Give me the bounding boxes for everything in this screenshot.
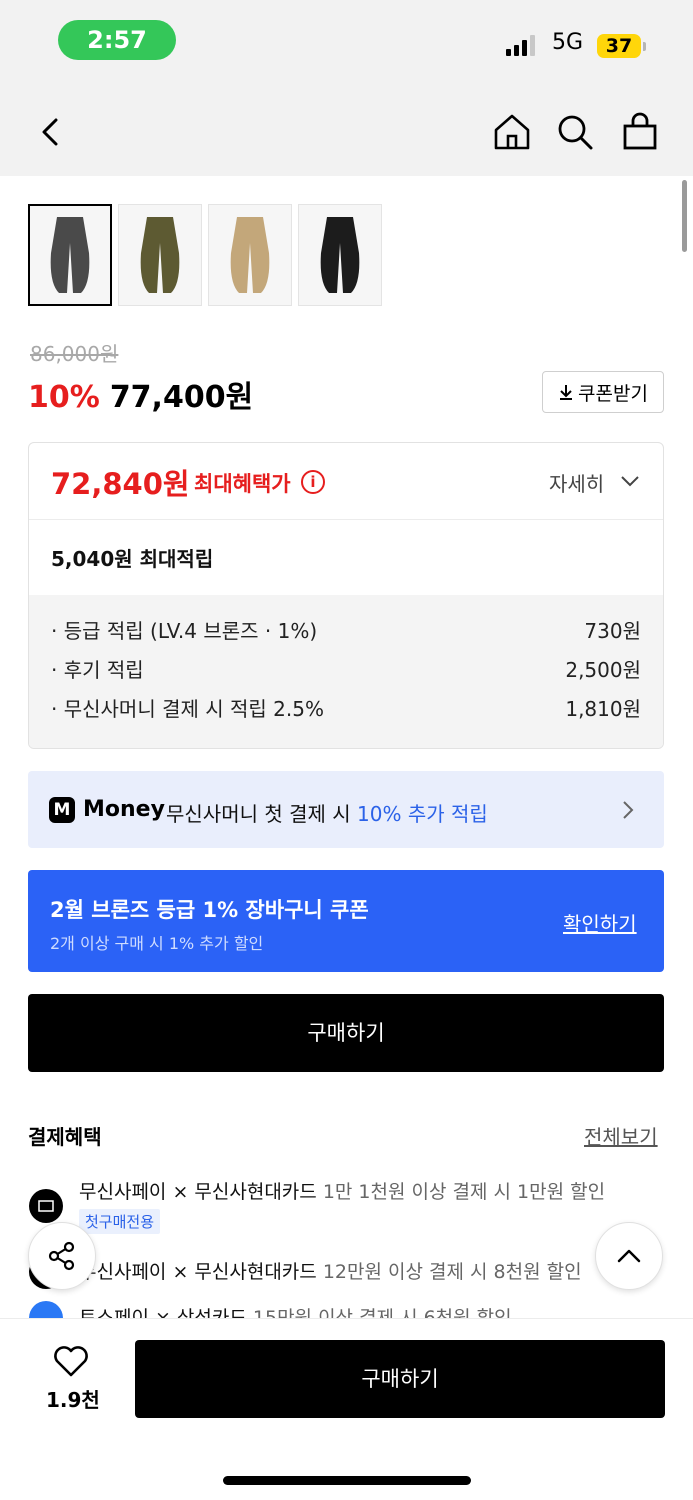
download-icon <box>560 385 573 400</box>
color-option-charcoal[interactable] <box>28 204 112 306</box>
scroll-top-button[interactable] <box>595 1222 663 1290</box>
payment-card-name: 무신사페이 × 무신사현대카드 <box>79 1261 317 1283</box>
detail-toggle[interactable]: 자세히 <box>549 468 604 497</box>
payment-benefit-desc: 12만원 이상 결제 시 8천원 할인 <box>322 1261 582 1283</box>
home-indicator <box>223 1476 471 1485</box>
chevron-right-icon <box>623 801 634 819</box>
chevron-left-icon[interactable] <box>28 110 72 154</box>
points-label: · 후기 적립 <box>51 658 144 682</box>
bottom-buy-button[interactable]: 구매하기 <box>135 1340 665 1418</box>
status-time: 2:57 <box>58 20 176 60</box>
like-count: 1.9천 <box>46 1388 100 1412</box>
pants-image <box>50 217 90 293</box>
color-options <box>28 204 382 306</box>
view-all-link[interactable]: 전체보기 <box>584 1121 658 1150</box>
share-button[interactable] <box>28 1222 96 1290</box>
points-value: 2,500원 <box>565 658 641 682</box>
info-icon[interactable]: i <box>301 470 325 494</box>
pants-image <box>140 217 180 293</box>
money-brand: Money <box>83 797 165 822</box>
money-promo-body: 무신사머니 첫 결제 시 <box>166 802 351 826</box>
color-option-olive[interactable] <box>118 204 202 306</box>
payment-benefits-title: 결제혜택 <box>28 1125 102 1149</box>
original-price: 86,000원 <box>30 342 119 366</box>
pants-image <box>230 217 270 293</box>
coupon-confirm-link[interactable]: 확인하기 <box>563 908 637 937</box>
max-points: 5,040원 최대적립 <box>51 547 214 571</box>
status-bar: 2:57 5G 37 <box>0 0 693 88</box>
coupon-banner-subtitle: 2개 이상 구매 시 1% 추가 할인 <box>50 934 264 953</box>
color-option-black[interactable] <box>298 204 382 306</box>
heart-icon <box>54 1346 88 1377</box>
home-icon[interactable] <box>490 110 534 154</box>
coupon-button-label: 쿠폰받기 <box>578 382 648 405</box>
scrollbar[interactable] <box>682 180 687 252</box>
card-icon <box>29 1189 63 1223</box>
top-nav-bar <box>0 88 693 176</box>
points-label: · 등급 적립 (LV.4 브론즈 · 1%) <box>51 619 318 643</box>
network-label: 5G <box>552 30 584 55</box>
benefit-summary: 72,840원 최대혜택가 i 자세히 5,040원 최대적립 · 등급 적립 … <box>28 442 664 749</box>
payment-card-name: 무신사페이 × 무신사현대카드 <box>79 1181 317 1203</box>
sale-price-row: 10% 77,400원 <box>28 372 253 416</box>
coupon-banner-title: 2월 브론즈 등급 1% 장바구니 쿠폰 <box>50 898 369 922</box>
payment-benefit-item: 무신사페이 × 무신사현대카드 12만원 이상 결제 시 8천원 할인 <box>79 1257 582 1284</box>
max-benefit-price: 72,840원 <box>51 467 190 501</box>
points-value: 1,810원 <box>565 697 641 721</box>
buy-button[interactable]: 구매하기 <box>28 994 664 1072</box>
chevron-down-icon[interactable] <box>619 473 641 489</box>
signal-icon <box>506 34 536 56</box>
battery-icon: 37 <box>597 34 641 58</box>
shopping-bag-icon[interactable] <box>618 110 662 154</box>
money-logo: M <box>49 797 75 823</box>
points-value: 730원 <box>584 619 641 643</box>
payment-benefit-desc: 1만 1천원 이상 결제 시 1만원 할인 <box>322 1181 606 1203</box>
money-promo-text: 무신사머니 첫 결제 시 10% 추가 적립 <box>166 798 488 827</box>
payment-benefit-item: 무신사페이 × 무신사현대카드 1만 1천원 이상 결제 시 1만원 할인 <box>79 1177 605 1204</box>
share-icon <box>48 1241 75 1271</box>
search-icon[interactable] <box>553 110 597 154</box>
points-label: · 무신사머니 결제 시 적립 2.5% <box>51 697 324 721</box>
color-option-beige[interactable] <box>208 204 292 306</box>
points-row: · 등급 적립 (LV.4 브론즈 · 1%) 730원 <box>51 615 641 654</box>
points-row: · 후기 적립 2,500원 <box>51 654 641 693</box>
discount-rate: 10% <box>28 380 100 415</box>
coupon-download-button[interactable]: 쿠폰받기 <box>542 371 664 413</box>
points-row: · 무신사머니 결제 시 적립 2.5% 1,810원 <box>51 693 641 732</box>
first-purchase-tag: 첫구매전용 <box>79 1209 161 1234</box>
musinsa-money-banner[interactable]: M Money 무신사머니 첫 결제 시 10% 추가 적립 <box>28 771 664 848</box>
like-button[interactable] <box>52 1344 90 1382</box>
battery-cap <box>643 42 646 51</box>
max-benefit-header[interactable]: 72,840원 최대혜택가 i 자세히 <box>29 443 663 520</box>
chevron-up-icon <box>617 1249 641 1263</box>
money-promo-highlight: 10% 추가 적립 <box>357 802 488 826</box>
pants-image <box>320 217 360 293</box>
sale-price: 77,400원 <box>109 380 254 415</box>
points-breakdown: · 등급 적립 (LV.4 브론즈 · 1%) 730원 · 후기 적립 2,5… <box>29 595 663 748</box>
grade-coupon-banner: 2월 브론즈 등급 1% 장바구니 쿠폰 2개 이상 구매 시 1% 추가 할인… <box>28 870 664 972</box>
max-benefit-label: 최대혜택가 <box>194 472 291 496</box>
